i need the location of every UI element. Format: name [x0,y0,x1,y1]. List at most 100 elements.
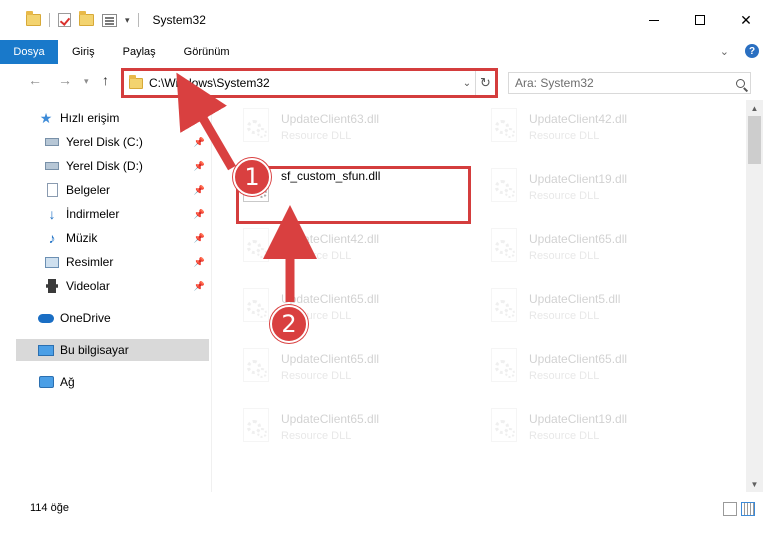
customize-dropdown-icon[interactable]: ▾ [125,15,130,26]
file-item[interactable]: UpdateClient65.dll Resource DLL [213,284,443,336]
pin-icon[interactable]: 📌 [194,233,205,244]
sidebar-item-label: Yerel Disk (D:) [66,159,143,173]
file-item[interactable]: UpdateClient42.dll Resource DLL [461,104,691,156]
file-item[interactable]: UpdateClient65.dll Resource DLL [461,224,691,276]
step-2-badge: 2 [270,305,308,343]
pin-icon[interactable]: 📌 [194,185,205,196]
sidebar-item-label: Ağ [60,375,75,389]
minimize-icon [649,19,659,21]
scroll-down-icon[interactable]: ▼ [746,476,763,492]
scroll-up-icon[interactable]: ▲ [746,100,763,116]
star-icon: ★ [39,109,53,126]
toolbar-separator [49,13,50,27]
file-name: UpdateClient42.dll [281,232,380,246]
file-item[interactable]: UpdateClient65.dll Resource DLL [213,344,443,396]
tab-file[interactable]: Dosya [0,40,58,64]
sidebar-item-quick-access[interactable]: ★ Hızlı erişim [38,107,209,129]
large-icons-view-icon[interactable] [741,502,755,516]
sidebar-item-music[interactable]: ♪ Müzik 📌 [44,227,209,249]
file-name: UpdateClient65.dll [529,232,628,246]
pin-icon[interactable]: 📌 [194,161,205,172]
sidebar-item-documents[interactable]: Belgeler 📌 [44,179,209,201]
address-folder-icon [129,74,143,89]
maximize-button[interactable] [677,0,723,40]
dll-file-icon [487,168,521,208]
pin-icon[interactable]: 📌 [194,257,205,268]
refresh-icon[interactable]: ↻ [475,71,495,95]
close-icon: ✕ [740,11,752,28]
download-icon: ↓ [48,206,56,222]
expand-ribbon-icon[interactable]: ⌄ [720,45,729,58]
file-type: Resource DLL [529,190,600,202]
file-item[interactable]: UpdateClient65.dll Resource DLL [213,404,443,456]
file-name: UpdateClient42.dll [529,112,628,126]
pin-icon[interactable]: 📌 [194,281,205,292]
address-path[interactable]: C:\Windows\System32 [149,76,459,90]
file-item[interactable]: UpdateClient42.dll Resource DLL [213,224,443,276]
toolbar-separator [137,13,139,27]
back-arrow-icon[interactable]: ← [28,72,42,88]
sidebar-item-downloads[interactable]: ↓ İndirmeler 📌 [44,203,209,225]
vertical-scrollbar[interactable]: ▲ ▼ [746,100,763,492]
search-input[interactable] [515,76,730,90]
file-name: UpdateClient19.dll [529,412,628,426]
sidebar-item-videos[interactable]: Videolar 📌 [44,275,209,297]
file-name: UpdateClient65.dll [529,352,628,366]
scroll-thumb[interactable] [748,116,761,164]
search-box[interactable] [508,72,751,94]
picture-icon [44,254,60,270]
details-view-icon[interactable] [723,502,737,516]
list-view-icon[interactable] [102,13,117,27]
computer-icon [38,342,54,358]
tab-home[interactable]: Giriş [58,40,109,64]
file-item[interactable]: UpdateClient5.dll Resource DLL [461,284,691,336]
close-button[interactable]: ✕ [723,0,769,40]
document-icon [44,182,60,198]
file-list: UpdateClient63.dll Resource DLL UpdateCli… [213,100,746,492]
file-name: UpdateClient19.dll [529,172,628,186]
disk-icon [44,134,60,150]
file-name: UpdateClient65.dll [281,352,380,366]
tab-share[interactable]: Paylaş [109,40,170,64]
search-icon[interactable] [730,78,750,88]
file-item[interactable]: UpdateClient63.dll Resource DLL [213,104,443,156]
sidebar-item-onedrive[interactable]: OneDrive [38,307,209,329]
sidebar-item-this-pc[interactable]: Bu bilgisayar [16,339,209,361]
sidebar-item-local-disk-d[interactable]: Yerel Disk (D:) 📌 [44,155,209,177]
item-count: 114 öğe [30,502,69,514]
minimize-button[interactable] [631,0,677,40]
address-dropdown-icon[interactable]: ⌄ [459,78,475,89]
new-folder-icon[interactable] [79,11,94,26]
file-type: Resource DLL [529,310,600,322]
up-arrow-icon[interactable]: ↑ [102,72,109,88]
file-type: Resource DLL [529,130,600,142]
file-type: Resource DLL [281,430,352,442]
file-type: Resource DLL [529,250,600,262]
sidebar-item-label: OneDrive [60,311,111,325]
ribbon-right-controls: ⌄ ? [720,44,759,58]
file-item[interactable]: UpdateClient65.dll Resource DLL [461,344,691,396]
cloud-icon [38,310,54,326]
help-icon[interactable]: ? [745,44,759,58]
forward-arrow-icon[interactable]: → [58,72,72,88]
sidebar-item-network[interactable]: Ağ [38,371,209,393]
sidebar-item-local-disk-c[interactable]: Yerel Disk (C:) 📌 [44,131,209,153]
sidebar-item-label: Müzik [66,231,98,245]
folder-icon[interactable] [26,11,41,26]
tab-view[interactable]: Görünüm [170,40,244,64]
file-item[interactable]: UpdateClient19.dll Resource DLL [461,404,691,456]
address-bar[interactable]: C:\Windows\System32 ⌄ ↻ [121,68,498,98]
dll-file-icon [239,408,273,448]
recent-dropdown-icon[interactable]: ▾ [84,76,89,87]
ribbon-tabs: Dosya Giriş Paylaş Görünüm ⌄ ? [0,40,769,64]
file-type: Resource DLL [281,130,352,142]
file-type: Resource DLL [281,250,352,262]
pin-icon[interactable]: 📌 [194,137,205,148]
dll-file-icon [239,348,273,388]
sidebar-item-pictures[interactable]: Resimler 📌 [44,251,209,273]
pin-icon[interactable]: 📌 [194,209,205,220]
network-icon [38,374,54,390]
dll-file-icon [239,288,273,328]
file-item[interactable]: UpdateClient19.dll Resource DLL [461,164,691,216]
properties-check-icon[interactable] [58,13,71,27]
